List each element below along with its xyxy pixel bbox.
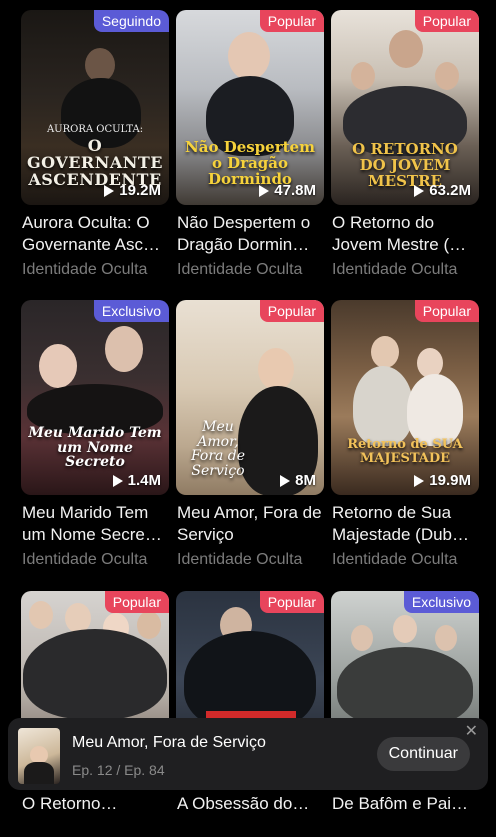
figure-head [39,344,77,388]
card-thumbnail[interactable]: Não Despertem o Dragão Dormindo Popular … [176,10,324,205]
play-count-value: 8M [295,472,316,489]
card-thumbnail[interactable]: Retorno de SUA MAJESTADE Popular 19.9M [331,300,479,495]
figure-body [353,366,413,446]
genre-tag[interactable]: Identidade Oculta [177,261,302,279]
card-title[interactable]: Não Despertem o Dragão Dormin… [177,212,327,256]
figure-body [24,762,54,784]
status-badge: Popular [104,591,169,613]
play-count-value: 1.4M [127,472,161,489]
figure-head [371,336,399,368]
overlay-title: Retorno de SUA MAJESTADE [347,437,463,466]
play-icon [280,474,291,487]
figure-head [393,615,417,643]
play-icon [104,184,115,197]
episode-progress: Ep. 12 / Ep. 84 [72,762,165,778]
overlay-title: Meu Amor, Fora de Serviço [190,419,246,480]
mini-player-title[interactable]: Meu Amor, Fora de Serviço [72,734,266,752]
play-count-value: 47.8M [274,182,316,199]
play-count: 8M [280,472,316,489]
play-icon [112,474,123,487]
figure-head [228,32,270,80]
figure-head [258,348,294,390]
figure-head [137,611,161,639]
figure-body [337,647,473,727]
play-count-value: 63.2M [429,182,471,199]
play-icon [259,184,270,197]
figure-body [407,374,463,446]
figure-head [351,625,373,651]
play-count: 47.8M [259,182,316,199]
card-title[interactable]: Retorno de Sua Majestade (Dub… [332,502,482,546]
figure-head [435,62,459,90]
status-badge: Popular [259,10,324,32]
figure-head [389,30,423,68]
figure-head [29,601,53,629]
figure-head [351,62,375,90]
figure-head [85,48,115,82]
status-badge: Popular [259,591,324,613]
play-icon [414,474,425,487]
figure-head [105,326,143,372]
play-count: 19.9M [414,472,471,489]
play-count-value: 19.9M [429,472,471,489]
overlay-title: Não Despertem o Dragão Dormindo [185,138,315,188]
status-badge: Popular [259,300,324,322]
genre-tag[interactable]: Identidade Oculta [177,551,302,569]
figure-head [435,625,457,651]
genre-tag[interactable]: Identidade Oculta [22,261,147,279]
continue-button[interactable]: Continuar [376,737,470,771]
status-badge: Popular [414,10,479,32]
mini-player-thumbnail[interactable] [18,728,60,784]
overlay-title: Meu Marido Tem um Nome Secreto [28,425,162,471]
card-title[interactable]: Meu Marido Tem um Nome Secre… [22,502,172,546]
card-thumbnail[interactable]: AURORA OCULTA: O GOVERNANTE ASCENDENTE S… [21,10,169,205]
figure-body [23,629,167,719]
status-badge: Exclusivo [93,300,169,322]
play-count: 19.2M [104,182,161,199]
card-thumbnail[interactable]: Meu Marido Tem um Nome Secreto Exclusivo… [21,300,169,495]
card-title[interactable]: Meu Amor, Fora de Serviço [177,502,327,546]
play-count: 1.4M [112,472,161,489]
continue-watching-bar[interactable]: Meu Amor, Fora de Serviço Ep. 12 / Ep. 8… [8,718,488,790]
close-icon[interactable]: ✕ [465,724,478,740]
genre-tag[interactable]: Identidade Oculta [22,551,147,569]
status-badge: Popular [414,300,479,322]
card-thumbnail[interactable]: O RETORNO DO JOVEM MESTRE Popular 63.2M [331,10,479,205]
status-badge: Exclusivo [403,591,479,613]
card-title[interactable]: O Retorno do Jovem Mestre (… [332,212,482,256]
genre-tag[interactable]: Identidade Oculta [332,551,457,569]
play-count-value: 19.2M [119,182,161,199]
play-icon [414,184,425,197]
play-count: 63.2M [414,182,471,199]
overlay-subtitle: AURORA OCULTA: [46,124,144,135]
card-thumbnail[interactable]: Meu Amor, Fora de Serviço Popular 8M [176,300,324,495]
genre-tag[interactable]: Identidade Oculta [332,261,457,279]
card-title[interactable]: Aurora Oculta: O Governante Asc… [22,212,172,256]
status-badge: Seguindo [93,10,169,32]
overlay-title: O GOVERNANTE ASCENDENTE [27,136,163,189]
